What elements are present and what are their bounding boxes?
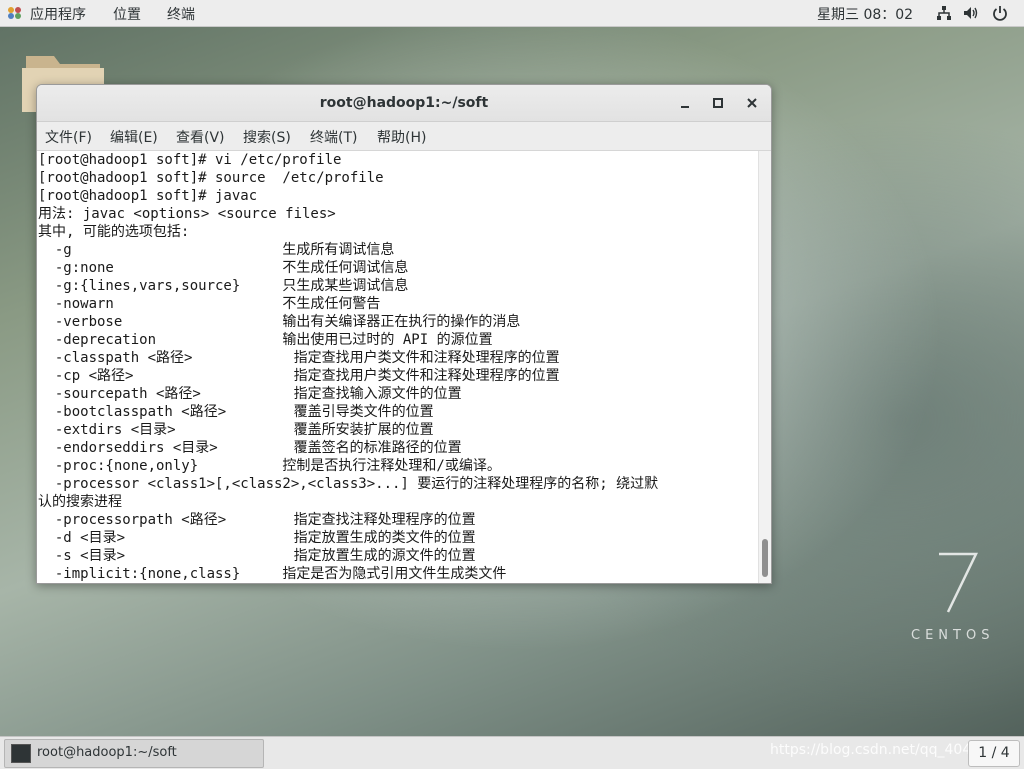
menubar: 文件(F) 编辑(E) 查看(V) 搜索(S) 终端(T) 帮助(H)	[37, 122, 771, 151]
terminal-icon	[11, 744, 31, 763]
terminal-output[interactable]: [root@hadoop1 soft]# vi /etc/profile [ro…	[37, 151, 759, 583]
menu-search[interactable]: 搜索(S)	[243, 127, 291, 147]
terminal-line: 用法: javac <options> <source files>	[38, 206, 336, 222]
terminal-app-menu[interactable]: 终端	[167, 4, 195, 24]
terminal-line: -s <目录> 指定放置生成的源文件的位置	[38, 548, 476, 564]
scrollbar-thumb[interactable]	[762, 539, 768, 577]
terminal-line: -classpath <路径> 指定查找用户类文件和注释处理程序的位置	[38, 350, 560, 366]
menu-file[interactable]: 文件(F)	[45, 127, 92, 147]
menu-help[interactable]: 帮助(H)	[377, 127, 426, 147]
window-titlebar[interactable]: root@hadoop1:~/soft	[37, 85, 771, 122]
menu-edit[interactable]: 编辑(E)	[110, 127, 158, 147]
minimize-icon[interactable]	[675, 93, 695, 113]
terminal-line: -implicit:{none,class} 指定是否为隐式引用文件生成类文件	[38, 566, 507, 582]
terminal-line: -verbose 输出有关编译器正在执行的操作的消息	[38, 314, 521, 330]
menu-view[interactable]: 查看(V)	[176, 127, 225, 147]
places-menu[interactable]: 位置	[113, 4, 141, 24]
centos-brand-text: CENTOS	[911, 628, 995, 643]
terminal-line: 其中, 可能的选项包括:	[38, 224, 190, 240]
terminal-line: [root@hadoop1 soft]# vi /etc/profile	[38, 152, 342, 168]
top-panel: 应用程序 位置 终端 星期三 08：02	[0, 0, 1024, 27]
applications-icon	[8, 7, 21, 19]
window-title: root@hadoop1:~/soft	[319, 95, 489, 111]
terminal-line: -extdirs <目录> 覆盖所安装扩展的位置	[38, 422, 434, 438]
terminal-line: -cp <路径> 指定查找用户类文件和注释处理程序的位置	[38, 368, 560, 384]
terminal-line: -nowarn 不生成任何警告	[38, 296, 381, 312]
terminal-line: -g:{lines,vars,source} 只生成某些调试信息	[38, 278, 409, 294]
terminal-line: -proc:{none,only} 控制是否执行注释处理和/或编译。	[38, 458, 501, 474]
terminal-line: -deprecation 输出使用已过时的 API 的源位置	[38, 332, 493, 348]
terminal-line: 认的搜索进程	[38, 494, 122, 510]
terminal-line: -g 生成所有调试信息	[38, 242, 395, 258]
volume-icon[interactable]	[963, 5, 979, 21]
taskbar-window-label: root@hadoop1:~/soft	[37, 745, 177, 760]
clock[interactable]: 星期三 08：02	[817, 4, 913, 24]
close-icon[interactable]	[742, 93, 762, 113]
taskbar-window-button[interactable]: root@hadoop1:~/soft	[4, 739, 264, 768]
terminal-window[interactable]: root@hadoop1:~/soft 文件(F) 编辑(E) 查看(V) 搜索…	[36, 84, 772, 584]
terminal-line: -processorpath <路径> 指定查找注释处理程序的位置	[38, 512, 476, 528]
terminal-line: -bootclasspath <路径> 覆盖引导类文件的位置	[38, 404, 434, 420]
menu-terminal[interactable]: 终端(T)	[310, 127, 357, 147]
terminal-line: -g:none 不生成任何调试信息	[38, 260, 409, 276]
terminal-line: -processor <class1>[,<class2>,<class3>..…	[38, 476, 659, 492]
power-icon[interactable]	[992, 5, 1008, 21]
terminal-line: [root@hadoop1 soft]# javac	[38, 188, 258, 204]
applications-menu[interactable]: 应用程序	[30, 4, 86, 24]
network-icon[interactable]	[936, 5, 952, 21]
workspace-switcher[interactable]: 1 / 4	[968, 740, 1020, 767]
maximize-icon[interactable]	[708, 93, 728, 113]
terminal-line: [root@hadoop1 soft]# source /etc/profile	[38, 170, 384, 186]
terminal-scrollbar[interactable]	[758, 151, 771, 583]
terminal-line: -endorseddirs <目录> 覆盖签名的标准路径的位置	[38, 440, 462, 456]
terminal-line: -sourcepath <路径> 指定查找输入源文件的位置	[38, 386, 462, 402]
taskbar: root@hadoop1:~/soft https://blog.csdn.ne…	[0, 736, 1024, 769]
centos-logo-seven	[939, 552, 978, 613]
terminal-line: -d <目录> 指定放置生成的类文件的位置	[38, 530, 476, 546]
